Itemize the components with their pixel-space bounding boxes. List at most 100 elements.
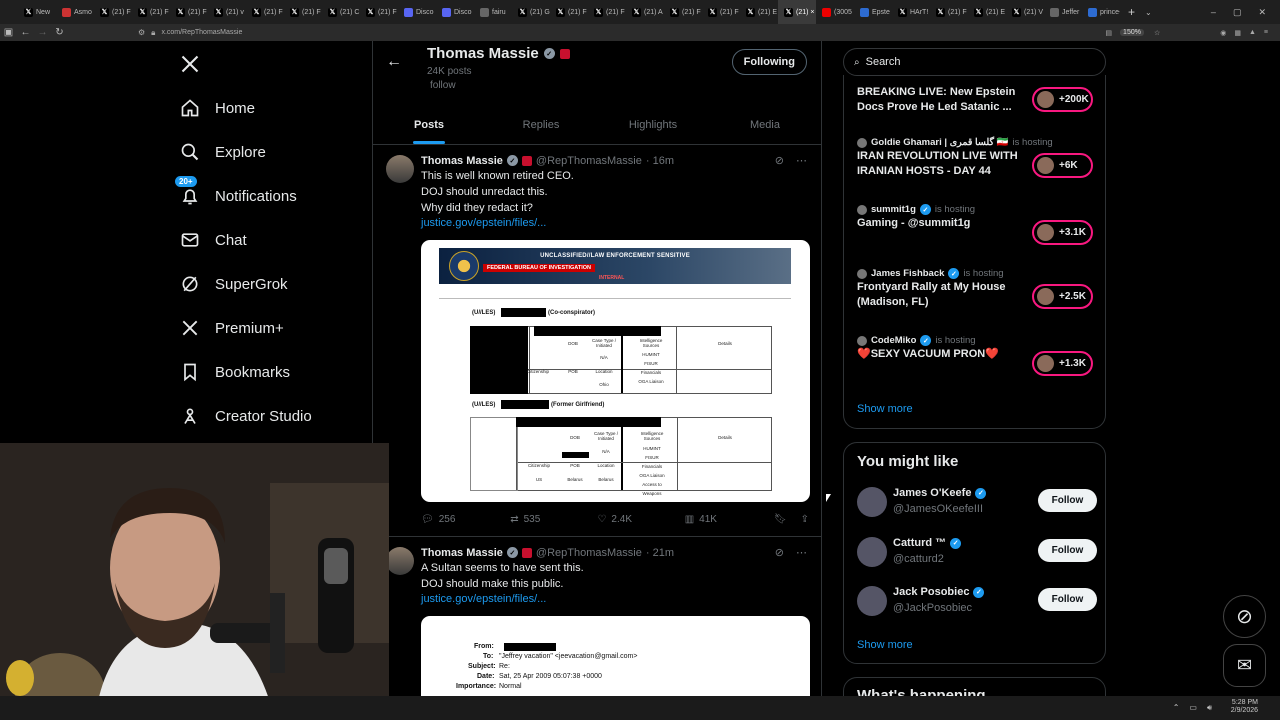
- grok-icon[interactable]: ⊘: [775, 154, 784, 167]
- space-listener-pill[interactable]: +2.5K: [1032, 284, 1093, 309]
- extensions-icon[interactable]: ▦: [1234, 29, 1241, 37]
- browser-tab[interactable]: prince-an: [1082, 0, 1120, 24]
- follow-button[interactable]: Follow: [1038, 539, 1097, 562]
- space-listener-pill[interactable]: +1.3K: [1032, 351, 1093, 376]
- browser-tab[interactable]: (3005: [816, 0, 854, 24]
- browser-tab[interactable]: 𝕏 HArT!: [892, 0, 930, 24]
- browser-tab[interactable]: 𝕏 (21) F: [360, 0, 398, 24]
- reply-button[interactable]: 💬︎ 256: [421, 514, 510, 525]
- browser-tab[interactable]: fairu: [474, 0, 512, 24]
- suggested-account[interactable]: Catturd ™ ✓ @catturd2 Follow: [857, 535, 1097, 571]
- tweet-handle[interactable]: @RepThomasMassie: [536, 155, 642, 167]
- tweet-link[interactable]: justice.gov/epstein/files/...: [421, 592, 809, 607]
- nav-item-explore[interactable]: Explore: [175, 130, 370, 174]
- tweet[interactable]: Thomas Massie ✓ @RepThomasMassie · 21m ⊘…: [373, 537, 821, 696]
- like-button[interactable]: ♡ 2.4K: [597, 514, 684, 525]
- avatar[interactable]: [857, 487, 887, 517]
- tweet-time[interactable]: · 16m: [646, 155, 674, 167]
- browser-tab[interactable]: 𝕏 (21) E: [968, 0, 1006, 24]
- tweet-image-fbi-document[interactable]: UNCLASSIFIED//LAW ENFORCEMENT SENSITIVE …: [421, 240, 810, 502]
- who-to-follow-show-more-link[interactable]: Show more: [857, 639, 913, 651]
- avatar[interactable]: [386, 547, 414, 575]
- tab-media[interactable]: Media: [709, 105, 821, 144]
- search-input[interactable]: ⌕ Search: [843, 48, 1106, 76]
- browser-tab[interactable]: 𝕏 (21) v: [208, 0, 246, 24]
- browser-tab[interactable]: Disco: [398, 0, 436, 24]
- browser-tab[interactable]: 𝕏 (21) C: [322, 0, 360, 24]
- tweet-time[interactable]: · 21m: [646, 547, 674, 559]
- space-listener-pill[interactable]: +6K: [1032, 153, 1093, 178]
- more-options-icon[interactable]: ⋯: [796, 546, 807, 559]
- reader-view-icon[interactable]: ▤: [1105, 29, 1112, 37]
- tab-highlights[interactable]: Highlights: [597, 105, 709, 144]
- browser-tab[interactable]: 𝕏 (21) F: [284, 0, 322, 24]
- browser-tab[interactable]: 𝕏 (21) ×: [778, 0, 816, 24]
- browser-tab[interactable]: Epste: [854, 0, 892, 24]
- following-button[interactable]: Following: [731, 49, 807, 75]
- nav-item-creator-studio[interactable]: Creator Studio: [175, 394, 370, 438]
- taskbar-clock[interactable]: 5:28 PM 2/9/2026: [1231, 699, 1258, 715]
- site-info-icon[interactable]: ⚙: [138, 28, 145, 37]
- browser-tab[interactable]: 𝕏 (21) E: [740, 0, 778, 24]
- forward-icon[interactable]: →: [34, 27, 51, 38]
- space-listener-pill[interactable]: +200K: [1032, 87, 1093, 112]
- more-options-icon[interactable]: ⋯: [796, 154, 807, 167]
- tab-posts[interactable]: Posts: [373, 105, 485, 144]
- browser-tab[interactable]: 𝕏 (21) A: [626, 0, 664, 24]
- browser-tab[interactable]: 𝕏 (21) G: [512, 0, 550, 24]
- zoom-level[interactable]: 150%: [1120, 29, 1144, 36]
- nav-item-premium[interactable]: Premium+: [175, 306, 370, 350]
- space-listener-pill[interactable]: +3.1K: [1032, 220, 1093, 245]
- sidebar-toggle-icon[interactable]: ▣: [0, 27, 17, 38]
- chevron-up-icon[interactable]: ⌃: [1173, 703, 1180, 713]
- nav-item-home[interactable]: Home: [175, 86, 370, 130]
- nav-item-bookmarks[interactable]: Bookmarks: [175, 350, 370, 394]
- browser-tab[interactable]: 𝕏 (21) V: [1006, 0, 1044, 24]
- browser-tab[interactable]: 𝕏 New: [18, 0, 56, 24]
- minimize-icon[interactable]: –: [1211, 7, 1216, 18]
- browser-tab[interactable]: Jeffer: [1044, 0, 1082, 24]
- extension-red-icon[interactable]: ▲: [1249, 29, 1256, 36]
- browser-tab[interactable]: 𝕏 (21) F: [94, 0, 132, 24]
- avatar[interactable]: [857, 586, 887, 616]
- volume-icon[interactable]: 🔊︎: [1207, 703, 1212, 713]
- tweet-author-name[interactable]: Thomas Massie: [421, 155, 503, 167]
- suggested-account[interactable]: Jack Posobiec ✓ @JackPosobiec Follow: [857, 584, 1097, 620]
- url-field[interactable]: x.com/RepThomasMassie: [161, 29, 1105, 36]
- new-tab-button[interactable]: +: [1128, 5, 1135, 19]
- browser-tab[interactable]: Disco: [436, 0, 474, 24]
- browser-tab[interactable]: 𝕏 (21) F: [246, 0, 284, 24]
- repost-button[interactable]: ⇄ 535: [510, 514, 597, 525]
- follow-button[interactable]: Follow: [1038, 588, 1097, 611]
- browser-tab[interactable]: 𝕏 (21) F: [702, 0, 740, 24]
- tab-list-chevron-icon[interactable]: ⌄: [1145, 8, 1152, 17]
- tweet[interactable]: Thomas Massie ✓ @RepThomasMassie · 16m ⊘…: [373, 145, 821, 537]
- share-icon[interactable]: ⇪: [801, 514, 809, 525]
- tab-replies[interactable]: Replies: [485, 105, 597, 144]
- network-icon[interactable]: ▭: [1189, 703, 1197, 713]
- close-window-icon[interactable]: ✕: [1258, 7, 1266, 18]
- tweet-author-name[interactable]: Thomas Massie: [421, 547, 503, 559]
- nav-item-supergrok[interactable]: SuperGrok: [175, 262, 370, 306]
- browser-tab[interactable]: 𝕏 (21) F: [550, 0, 588, 24]
- tweet-handle[interactable]: @RepThomasMassie: [536, 547, 642, 559]
- messages-floating-button[interactable]: ✉: [1223, 644, 1266, 687]
- maximize-icon[interactable]: ▢: [1233, 7, 1242, 18]
- x-logo[interactable]: [175, 41, 370, 86]
- nav-item-chat[interactable]: Chat: [175, 218, 370, 262]
- suggested-account[interactable]: James O'Keefe ✓ @JamesOKeefeIII Follow: [857, 485, 1097, 521]
- tweet-link[interactable]: justice.gov/epstein/files/...: [421, 216, 809, 231]
- browser-tab[interactable]: Asmo: [56, 0, 94, 24]
- browser-tab[interactable]: 𝕏 (21) F: [170, 0, 208, 24]
- grok-floating-button[interactable]: ⊘: [1223, 595, 1266, 638]
- bookmark-star-icon[interactable]: ☆: [1154, 29, 1160, 37]
- nav-item-notifications[interactable]: 20+ Notifications: [175, 174, 370, 218]
- grok-icon[interactable]: ⊘: [775, 546, 784, 559]
- menu-icon[interactable]: ≡: [1264, 29, 1268, 36]
- spaces-show-more-link[interactable]: Show more: [857, 403, 913, 415]
- browser-tab[interactable]: 𝕏 (21) F: [588, 0, 626, 24]
- back-icon[interactable]: ←: [17, 27, 34, 38]
- avatar[interactable]: [857, 537, 887, 567]
- follow-button[interactable]: Follow: [1038, 489, 1097, 512]
- tweet-image-email[interactable]: From: To: "Jeffrey vacation" <jeevacatio…: [421, 616, 810, 696]
